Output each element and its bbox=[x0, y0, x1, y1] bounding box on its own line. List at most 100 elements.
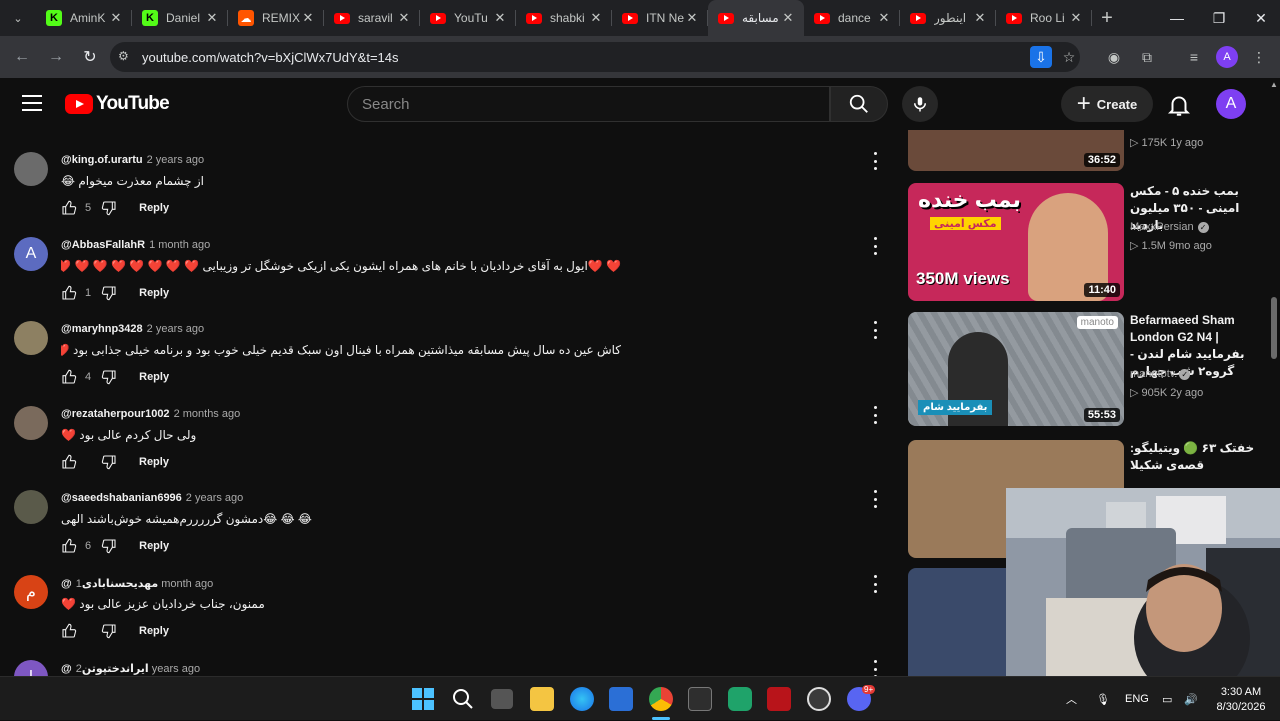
close-tab-icon[interactable]: ✕ bbox=[396, 10, 412, 26]
windows-start-icon[interactable] bbox=[411, 687, 435, 711]
commenter-avatar[interactable] bbox=[14, 406, 48, 440]
reading-list-icon[interactable]: ≡ bbox=[1183, 46, 1205, 68]
close-tab-icon[interactable]: ✕ bbox=[204, 10, 220, 26]
browser-tab[interactable]: dance ✕ bbox=[804, 0, 900, 36]
app-green-icon[interactable] bbox=[728, 687, 752, 711]
video-thumbnail[interactable]: بمب خنده مکس امینی 350M views 11:40 bbox=[908, 183, 1124, 301]
volume-icon[interactable]: 🔊 bbox=[1184, 677, 1198, 721]
media-player-icon[interactable] bbox=[807, 687, 831, 711]
browser-tab[interactable]: اینطور ✕ bbox=[900, 0, 996, 36]
reply-button[interactable]: Reply bbox=[139, 540, 169, 552]
commenter-avatar[interactable] bbox=[14, 490, 48, 524]
comment-age[interactable]: 2 years ago bbox=[147, 154, 204, 166]
notifications-bell-icon[interactable] bbox=[1166, 92, 1192, 118]
comment-age[interactable]: 2 months ago bbox=[174, 408, 241, 420]
scrollbar-thumb[interactable] bbox=[1271, 297, 1277, 359]
network-monitor-icon[interactable]: ▭ bbox=[1162, 677, 1172, 721]
commenter-avatar[interactable]: A bbox=[14, 237, 48, 271]
reply-button[interactable]: Reply bbox=[139, 287, 169, 299]
menu-hamburger-icon[interactable] bbox=[22, 95, 42, 111]
related-video-item[interactable]: بمب خنده مکس امینی 350M views 11:40 بمب خنده… bbox=[908, 183, 1268, 305]
close-tab-icon[interactable]: ✕ bbox=[780, 10, 796, 26]
reply-button[interactable]: Reply bbox=[139, 625, 169, 637]
microsoft-store-icon[interactable] bbox=[609, 687, 633, 711]
browser-tab[interactable]: K AminK ✕ bbox=[36, 0, 132, 36]
search-input[interactable]: Search bbox=[347, 86, 830, 122]
related-video-item[interactable]: manoto بفرمایید شام 55:53 Befarmaeed Sham L… bbox=[908, 312, 1268, 430]
commenter-avatar[interactable] bbox=[14, 152, 48, 186]
search-button[interactable] bbox=[830, 86, 888, 122]
channel-name[interactable]: MaxxPersian ✓ bbox=[1130, 221, 1209, 233]
bookmark-star-icon[interactable]: ☆ bbox=[1058, 46, 1080, 68]
like-thumb-up-icon[interactable] bbox=[61, 200, 77, 216]
comment-age[interactable]: 2 years ago bbox=[147, 323, 204, 335]
video-thumbnail[interactable]: manoto بفرمایید شام 55:53 bbox=[908, 312, 1124, 426]
close-tab-icon[interactable]: ✕ bbox=[492, 10, 508, 26]
comment-more-options-icon[interactable] bbox=[872, 321, 878, 339]
browser-tab[interactable]: ITN Ne ✕ bbox=[612, 0, 708, 36]
browser-tab[interactable]: ☁ REMIX ✕ bbox=[228, 0, 324, 36]
browser-tab[interactable]: shabki ✕ bbox=[516, 0, 612, 36]
comment-author[interactable]: @AbbasFallahR bbox=[61, 239, 145, 251]
commenter-avatar[interactable]: ا bbox=[14, 660, 48, 676]
comment-age[interactable]: 1 month ago bbox=[149, 239, 210, 251]
tray-overflow-chevron-icon[interactable]: ︿ bbox=[1066, 677, 1077, 721]
reload-icon[interactable]: ↻ bbox=[74, 41, 106, 73]
browser-tab[interactable]: K Daniel ✕ bbox=[132, 0, 228, 36]
profile-avatar[interactable]: A bbox=[1216, 46, 1238, 68]
back-arrow-icon[interactable]: ← bbox=[6, 41, 38, 73]
comment-author[interactable]: @rezataherpour1002 bbox=[61, 408, 170, 420]
close-tab-icon[interactable]: ✕ bbox=[972, 10, 988, 26]
channel-name[interactable]: manototv ✓ bbox=[1130, 368, 1191, 380]
account-avatar[interactable]: A bbox=[1216, 89, 1246, 119]
related-video-item[interactable]: 36:52 ▷ 175K 1y ago bbox=[908, 130, 1268, 175]
browser-tab[interactable]: Roo Li ✕ bbox=[996, 0, 1092, 36]
close-tab-icon[interactable]: ✕ bbox=[300, 10, 316, 26]
minimize-icon[interactable]: — bbox=[1156, 0, 1198, 36]
taskbar-search-icon[interactable] bbox=[451, 687, 475, 711]
close-tab-icon[interactable]: ✕ bbox=[1068, 10, 1084, 26]
comment-author[interactable]: @ایراندختپوتن bbox=[61, 663, 149, 675]
create-button[interactable]: + Create bbox=[1061, 86, 1153, 122]
address-bar[interactable]: ⚙ youtube.com/watch?v=bXjClWx7UdY&t=14s bbox=[110, 42, 1080, 72]
comment-age[interactable]: 2 years ago bbox=[186, 492, 243, 504]
reply-button[interactable]: Reply bbox=[139, 456, 169, 468]
close-tab-icon[interactable]: ✕ bbox=[588, 10, 604, 26]
close-window-icon[interactable]: ✕ bbox=[1240, 0, 1280, 36]
like-thumb-up-icon[interactable] bbox=[61, 538, 77, 554]
close-tab-icon[interactable]: ✕ bbox=[108, 10, 124, 26]
extensions-puzzle-icon[interactable]: ⧉ bbox=[1136, 46, 1158, 68]
language-indicator[interactable]: ENG bbox=[1125, 677, 1149, 721]
browser-menu-icon[interactable]: ⋮ bbox=[1248, 46, 1270, 68]
like-thumb-up-icon[interactable] bbox=[61, 623, 77, 639]
commenter-avatar[interactable] bbox=[14, 321, 48, 355]
tray-microphone-icon[interactable]: 🎙 bbox=[1096, 677, 1110, 721]
youtube-logo[interactable]: YouTube bbox=[65, 93, 170, 115]
comment-more-options-icon[interactable] bbox=[872, 152, 878, 170]
maximize-icon[interactable]: ❐ bbox=[1198, 0, 1240, 36]
close-tab-icon[interactable]: ✕ bbox=[876, 10, 892, 26]
chrome-icon[interactable] bbox=[649, 687, 673, 711]
commenter-avatar[interactable]: م bbox=[14, 575, 48, 609]
browser-tab[interactable]: saravil ✕ bbox=[324, 0, 420, 36]
dota-icon[interactable] bbox=[767, 687, 791, 711]
comment-more-options-icon[interactable] bbox=[872, 237, 878, 255]
comment-author[interactable]: @king.of.urartu bbox=[61, 154, 143, 166]
comment-more-options-icon[interactable] bbox=[872, 575, 878, 593]
browser-tab[interactable]: YouTu ✕ bbox=[420, 0, 516, 36]
terminal-icon[interactable] bbox=[688, 687, 712, 711]
dislike-thumb-down-icon[interactable] bbox=[101, 538, 117, 554]
forward-arrow-icon[interactable]: → bbox=[40, 41, 72, 73]
file-explorer-icon[interactable] bbox=[530, 687, 554, 711]
comment-author[interactable]: @saeedshabanian6996 bbox=[61, 492, 182, 504]
tab-search-chevron-icon[interactable]: ⌄ bbox=[0, 0, 36, 36]
video-title[interactable]: خفتک ۶۳ 🟢 ویتیلیگو: قصه‌ی شکیلا bbox=[1130, 440, 1258, 474]
comment-more-options-icon[interactable] bbox=[872, 490, 878, 508]
video-thumbnail[interactable]: 36:52 bbox=[908, 130, 1124, 171]
new-tab-button[interactable]: + bbox=[1092, 7, 1122, 30]
close-tab-icon[interactable]: ✕ bbox=[684, 10, 700, 26]
scroll-up-arrow-icon[interactable]: ▲ bbox=[1270, 80, 1278, 89]
reply-button[interactable]: Reply bbox=[139, 371, 169, 383]
like-thumb-up-icon[interactable] bbox=[61, 369, 77, 385]
install-app-icon[interactable]: ⇩ bbox=[1030, 46, 1052, 68]
